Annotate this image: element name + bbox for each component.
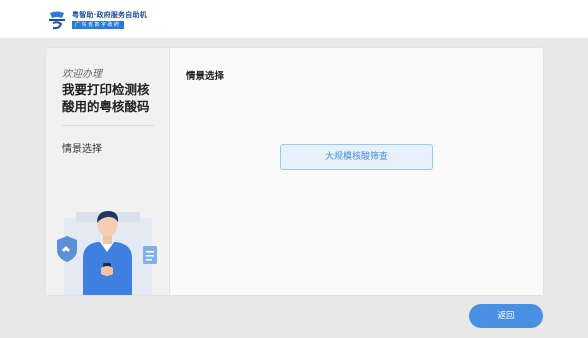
sidebar-divider [62,125,154,126]
yue-logo-icon [49,11,65,30]
logo-title: 粤智助·政府服务自助机 [72,11,147,19]
app-logo: 粤智助·政府服务自助机 广东省数字政府 [46,9,147,31]
task-title: 我要打印检测核酸用的粤核酸码 [62,82,150,114]
logo-subtitle: 广东省数字政府 [72,21,124,29]
section-title: 情景选择 [186,71,225,82]
top-bar: 粤智助·政府服务自助机 广东省数字政府 [0,0,588,38]
mass-screening-option-button[interactable]: 大规模核酸筛查 [280,144,433,170]
back-button[interactable]: 返回 [469,304,543,328]
sidebar-step-scenario: 情景选择 [62,144,102,155]
welcome-text: 欢迎办理 [62,69,102,80]
main-card: 欢迎办理 我要打印检测核酸用的粤核酸码 情景选择 情景选择 大规模核酸筛查 [46,48,543,295]
sidebar: 欢迎办理 我要打印检测核酸用的粤核酸码 情景选择 [46,48,170,295]
document-icon [143,246,157,264]
assistant-illustration [57,211,157,295]
page: 粤智助·政府服务自助机 广东省数字政府 欢迎办理 我要打印检测核酸用的粤核酸码 … [0,0,588,338]
content-panel: 情景选择 大规模核酸筛查 [170,48,543,295]
